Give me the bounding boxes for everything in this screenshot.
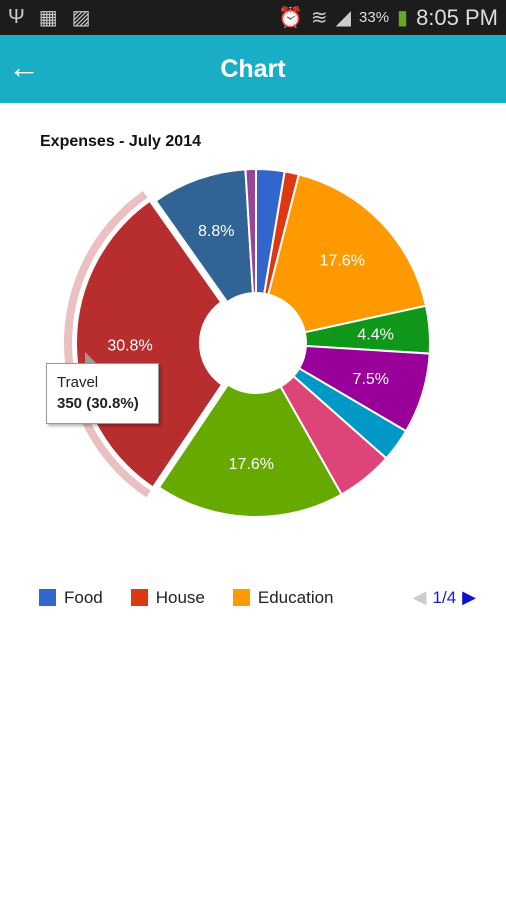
battery-percent: 33% <box>359 9 390 26</box>
legend: Food House Education ◀ 1/4 ▶ <box>39 587 476 608</box>
slice-label: 17.6% <box>320 253 365 270</box>
page-title: Chart <box>220 54 286 83</box>
legend-label: Education <box>257 587 334 607</box>
sim-icon: ▦ <box>38 7 58 29</box>
arrow-left-icon[interactable]: ← <box>8 51 40 83</box>
slice-label: 30.8% <box>107 337 152 354</box>
app-bar: ← Chart <box>0 35 506 103</box>
signal-icon: ◢ <box>335 7 352 29</box>
legend-pager: ◀ 1/4 ▶ <box>413 587 476 608</box>
legend-item-house[interactable]: House <box>130 587 205 608</box>
chart-title: Expenses - July 2014 <box>40 133 201 150</box>
clock: 8:05 PM <box>416 4 498 30</box>
legend-item-food[interactable]: Food <box>39 588 103 608</box>
tooltip: Travel 350 (30.8%) <box>46 352 159 424</box>
battery-charging-icon: ▮ <box>397 7 409 29</box>
tooltip-value: 350 (30.8%) <box>57 395 139 412</box>
slice-label: 7.5% <box>353 371 389 388</box>
wifi-icon: ≋ <box>310 7 328 29</box>
image-icon: ▨ <box>71 7 91 29</box>
legend-item-education[interactable]: Education <box>232 587 334 608</box>
alarm-icon: ⏰ <box>277 7 303 29</box>
legend-label: House <box>155 587 205 607</box>
status-bar: Ψ ▦ ▨ ⏰ ≋ ◢ 33% ▮ 8:05 PM <box>0 0 506 35</box>
legend-swatch <box>39 589 56 606</box>
slice-label: 4.4% <box>357 327 393 344</box>
legend-label: Food <box>64 587 103 607</box>
legend-page: 1/4 <box>432 587 457 607</box>
legend-swatch <box>130 589 148 606</box>
next-page-icon[interactable]: ▶ <box>462 587 476 608</box>
legend-swatch <box>232 589 250 606</box>
tooltip-label: Travel <box>57 374 99 391</box>
pie-chart[interactable]: 17.6% 4.4% 7.5% 17.6% 30.8% 8.8% <box>0 150 506 540</box>
usb-icon: Ψ <box>8 6 25 28</box>
slice-label: 17.6% <box>229 456 274 473</box>
slice-label: 8.8% <box>198 223 234 240</box>
previous-page-icon[interactable]: ◀ <box>413 587 427 608</box>
